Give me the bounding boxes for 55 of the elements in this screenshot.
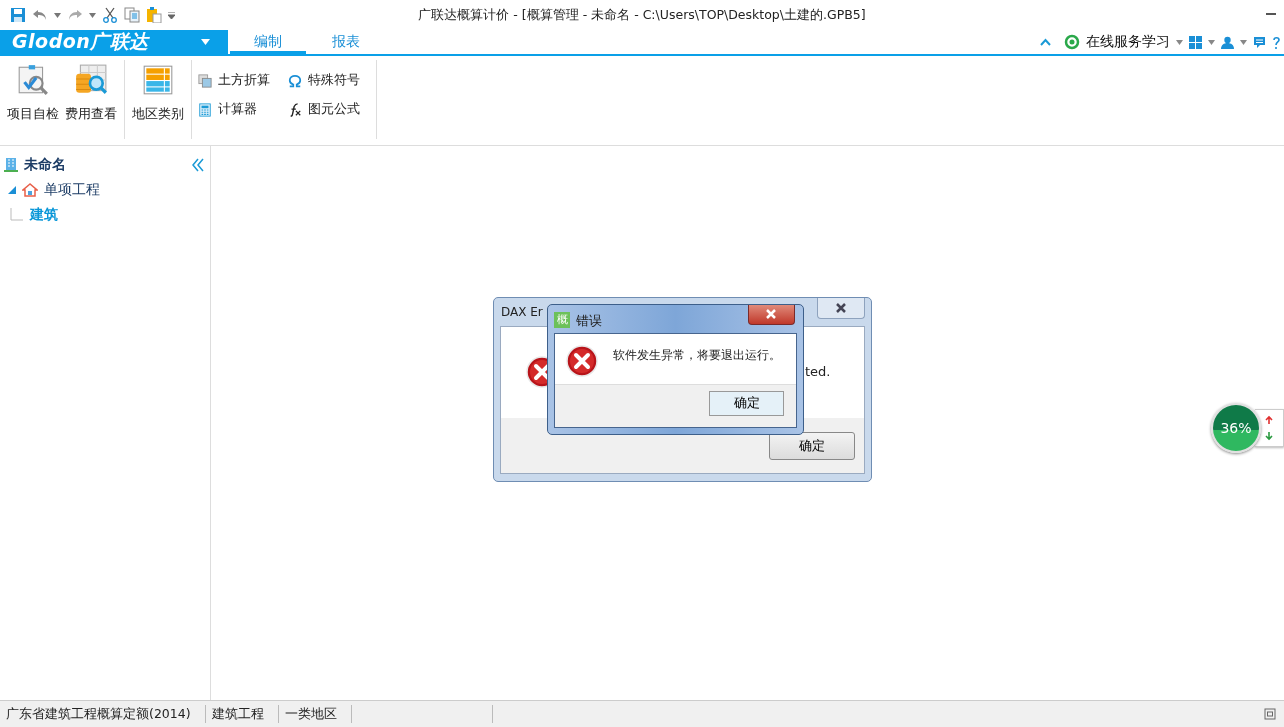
app-icon: 概 [554,312,570,328]
ribbon-button[interactable]: 图元公式 [284,99,364,120]
restore-icon[interactable] [1264,708,1276,720]
omega-icon [288,73,302,88]
status-cell: 一类地区 [278,705,352,723]
ok-button[interactable]: 确定 [769,432,855,460]
ribbon-tab[interactable]: 编制 [230,30,306,54]
double-chevron-left-icon[interactable] [192,157,204,172]
grid-icon[interactable] [1189,35,1202,49]
ribbon-tab[interactable]: 报表 [308,30,384,54]
ribbon-button[interactable]: 计算器 [194,99,274,120]
usage-meter[interactable]: 36% [1211,403,1261,453]
message-icon[interactable] [1253,35,1266,49]
function-icon [288,102,302,117]
calculator-icon [198,102,212,117]
caret-icon[interactable] [54,12,61,18]
expand-triangle-icon[interactable] [8,185,16,194]
window-title: 广联达概算计价 - [概算管理 - 未命名 - C:\Users\TOP\Desktop\土建的.GPB5] [418,7,866,22]
tree-item[interactable]: 未命名 [24,155,66,174]
status-cell: 广东省建筑工程概算定额(2014) [0,705,206,723]
caret-icon[interactable] [201,39,210,45]
caret-icon[interactable] [1240,39,1247,45]
close-icon[interactable] [748,305,795,325]
layers-icon [198,73,212,88]
online-service-link[interactable]: 在线服务学习 [1086,33,1170,51]
ribbon-button[interactable]: 土方折算 [194,70,274,91]
ok-button[interactable]: 确定 [709,391,784,416]
error-icon [566,345,598,377]
dialog-message: ted. [805,364,831,379]
user-icon[interactable] [1221,35,1234,49]
coins-magnifier-icon [74,63,108,97]
house-icon [22,182,38,197]
close-icon[interactable] [817,298,865,319]
ribbon-button[interactable]: 地区类别 [131,60,185,139]
dialog-message: 软件发生异常，将要退出运行。 [613,348,781,363]
caret-icon[interactable] [89,12,96,18]
ribbon-button[interactable]: 特殊符号 [284,70,364,91]
customize-caret-icon[interactable] [168,11,175,19]
caret-icon[interactable] [1176,39,1183,45]
building-icon [4,157,18,172]
ribbon-button[interactable]: 费用查看 [64,60,118,139]
copy-icon[interactable] [124,7,140,23]
dialog-title: DAX Er [501,305,543,319]
tree-item[interactable]: 单项工程 [44,180,100,199]
tree-line-icon [10,207,24,222]
checklist-magnifier-icon [16,63,50,97]
status-cell: 建筑工程 [205,705,279,723]
caret-icon[interactable] [1208,39,1215,45]
ribbon-button[interactable]: 项目自检 [6,60,60,139]
save-icon[interactable] [10,7,26,23]
help-icon[interactable] [1272,35,1280,49]
paste-icon[interactable] [146,7,162,23]
dialog-title: 错误 [576,312,602,330]
cut-icon[interactable] [102,7,118,23]
table-icon [141,63,175,97]
